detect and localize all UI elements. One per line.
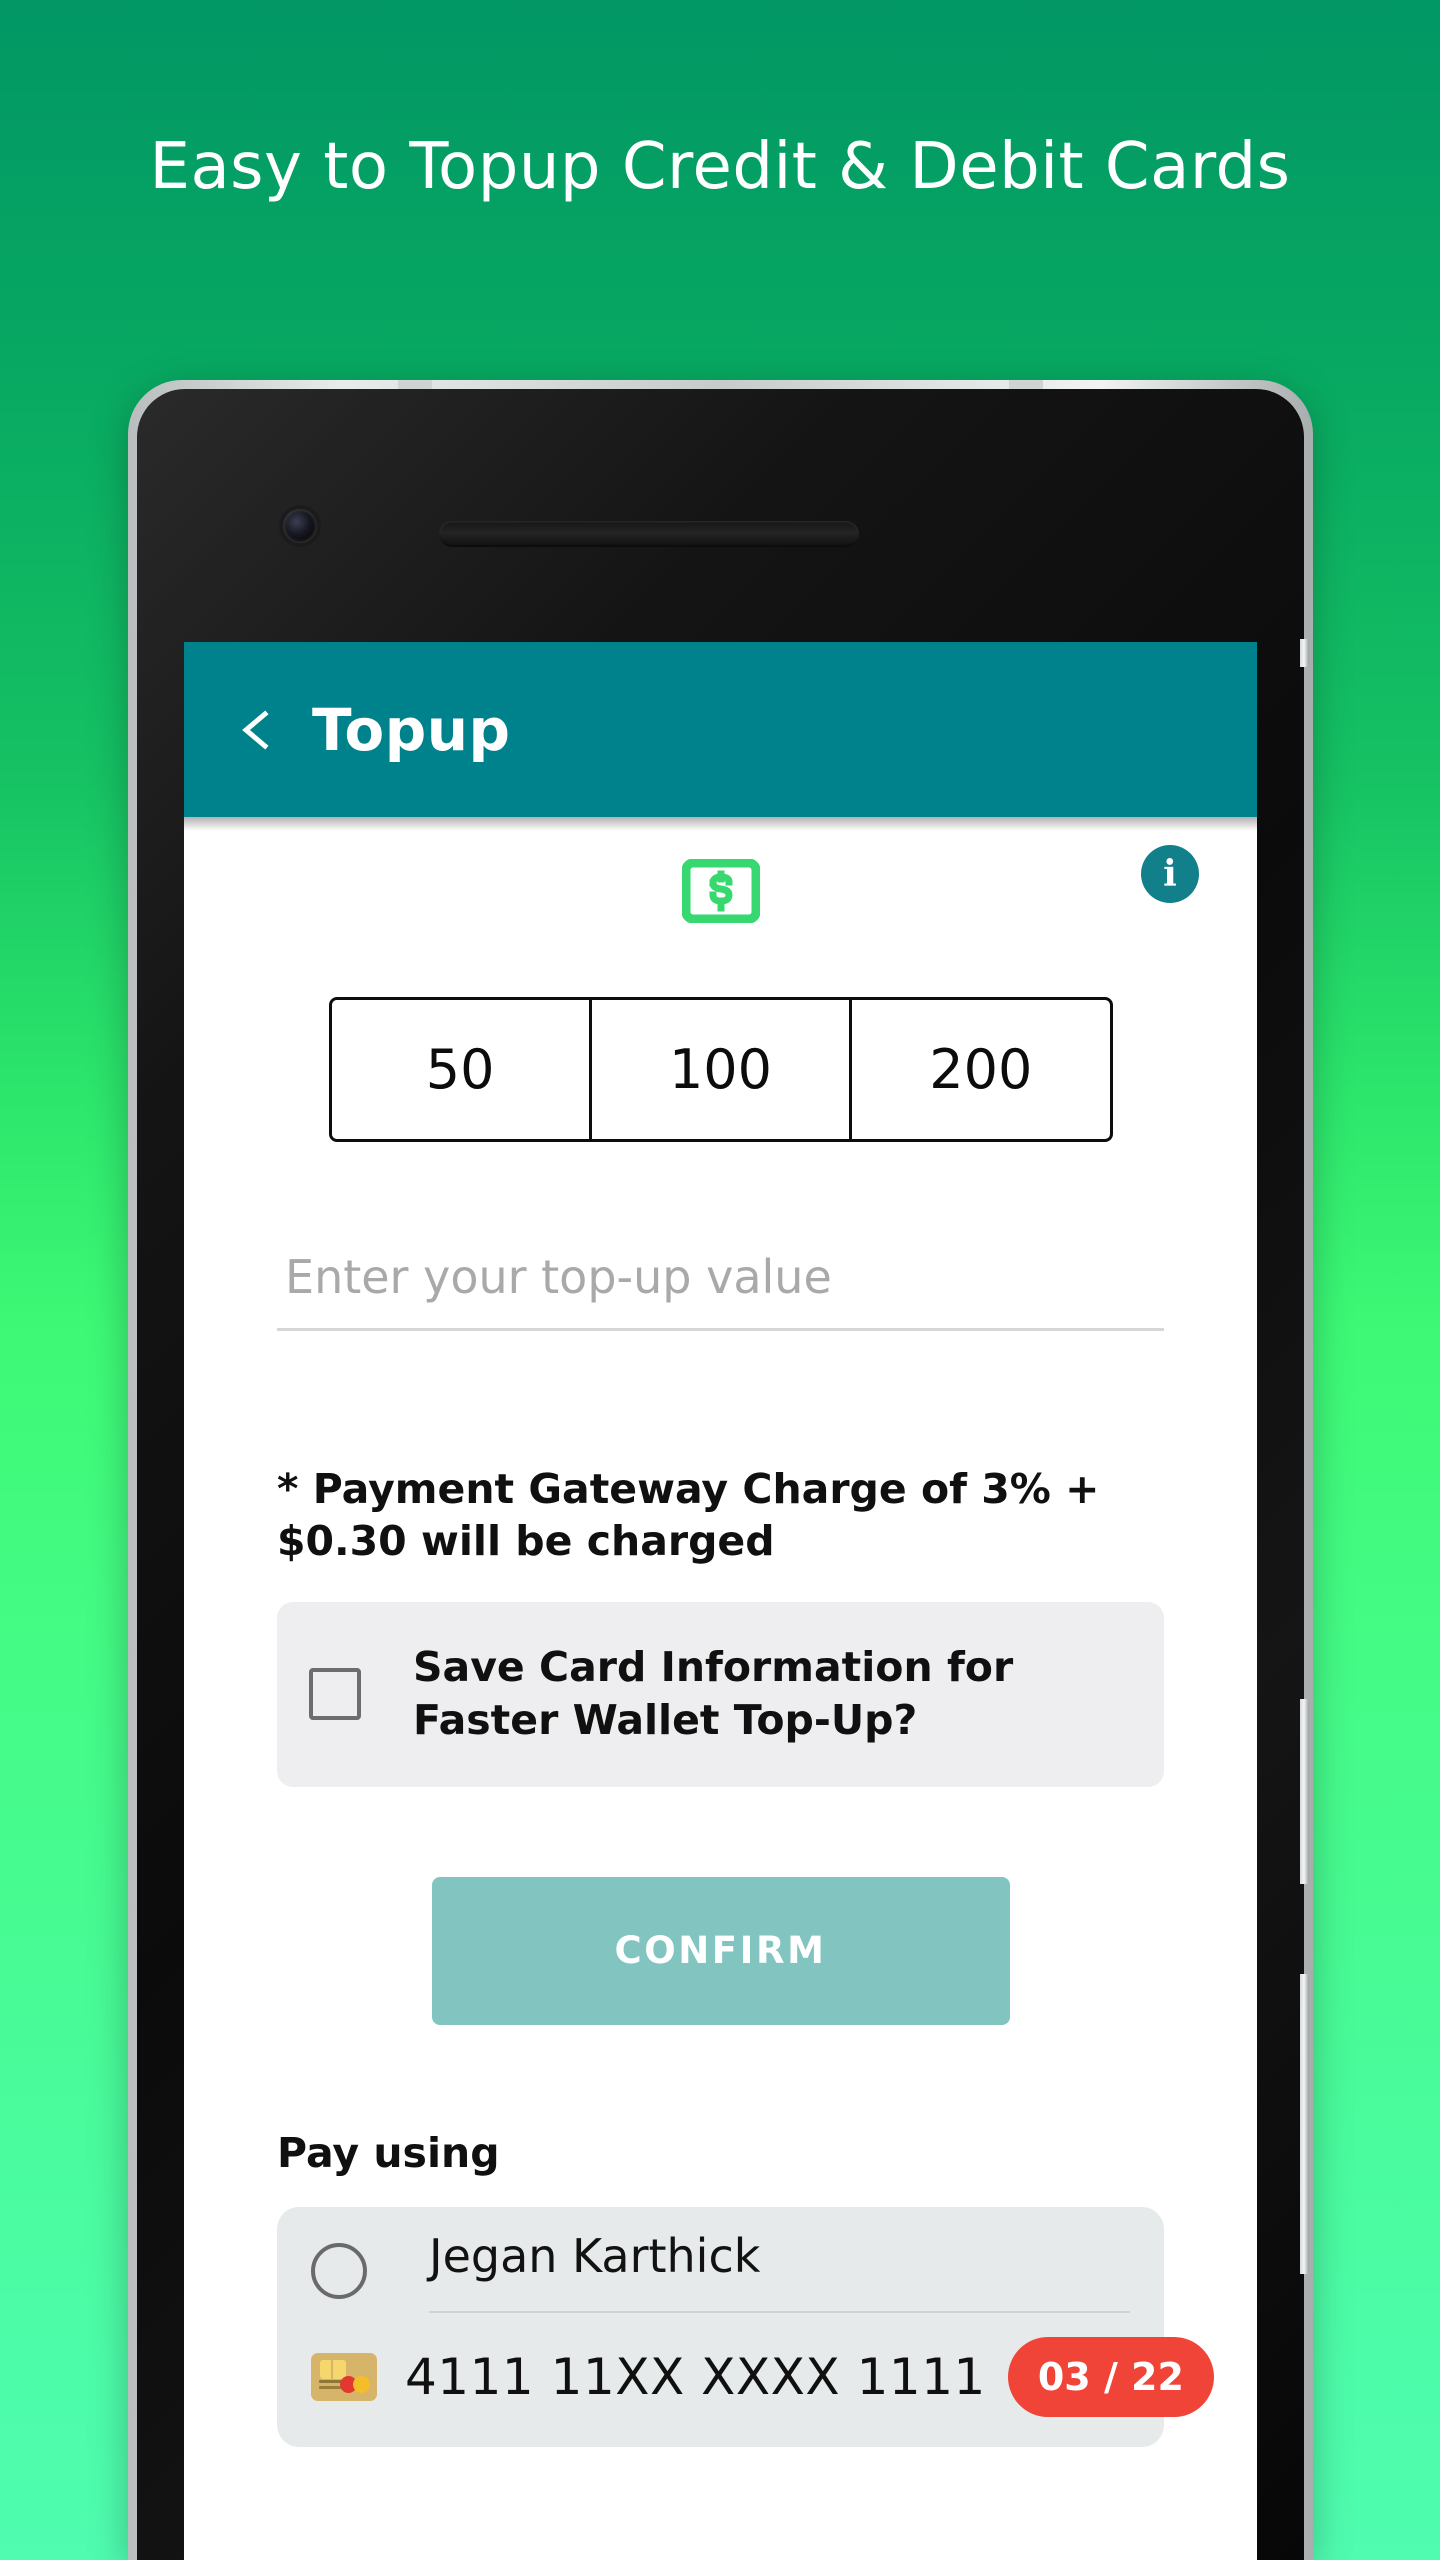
card-expiry-badge: 03 / 22	[1007, 2336, 1214, 2417]
phone-side-button-top	[1300, 639, 1309, 667]
pay-using-label: Pay using	[277, 2128, 500, 2177]
earpiece-speaker	[439, 521, 859, 547]
card-number: 4111 11XX XXXX 1111	[405, 2347, 986, 2406]
phone-mockup: Topup i 50 100 200 Enter your top-up val…	[128, 380, 1313, 2560]
payment-method-radio[interactable]	[311, 2242, 367, 2299]
info-icon[interactable]: i	[1141, 845, 1199, 903]
quick-amount-50[interactable]: 50	[331, 1000, 589, 1139]
quick-amount-100[interactable]: 100	[588, 1000, 850, 1139]
phone-volume-button	[1300, 1974, 1309, 2274]
back-chevron-icon[interactable]	[236, 709, 278, 751]
info-icon-glyph: i	[1163, 853, 1177, 895]
phone-power-button	[1300, 1699, 1309, 1884]
topup-value-input[interactable]	[277, 1250, 1164, 1331]
phone-body: Topup i 50 100 200 Enter your top-up val…	[137, 389, 1309, 2560]
gateway-charge-note: * Payment Gateway Charge of 3% + $0.30 w…	[277, 1465, 1100, 1566]
front-camera-icon	[283, 509, 317, 543]
payment-method-number-row: 4111 11XX XXXX 1111 03 / 22	[277, 2313, 1214, 2417]
save-card-row[interactable]: Save Card Information for Faster Wallet …	[277, 1601, 1164, 1787]
app-screen: Topup i 50 100 200 Enter your top-up val…	[184, 642, 1257, 2560]
mastercard-logo-icon	[340, 2375, 370, 2393]
promo-headline: Easy to Topup Credit & Debit Cards	[149, 130, 1291, 204]
save-card-label: Save Card Information for Faster Wallet …	[413, 1643, 1014, 1745]
screen-content: i 50 100 200 * Payment Gateway Charge of…	[184, 817, 1257, 2447]
quick-amount-200[interactable]: 200	[849, 1000, 1110, 1139]
save-card-checkbox[interactable]	[309, 1668, 361, 1721]
topup-icon-row: i	[184, 817, 1257, 967]
page-title: Topup	[312, 695, 511, 764]
card-holder-name: Jegan Karthick	[429, 2229, 1130, 2313]
confirm-button[interactable]: CONFIRM	[431, 1876, 1010, 2025]
money-note-icon	[681, 858, 760, 928]
credit-card-icon	[311, 2352, 377, 2401]
quick-amount-group: 50 100 200	[328, 997, 1113, 1142]
app-bar: Topup	[184, 642, 1257, 831]
payment-method-holder-row: Jegan Karthick	[277, 2229, 1164, 2313]
topup-value-field-wrap	[184, 1250, 1257, 1331]
payment-method-card[interactable]: Jegan Karthick 4111 11XX XXXX 1111 03 / …	[277, 2206, 1214, 2447]
